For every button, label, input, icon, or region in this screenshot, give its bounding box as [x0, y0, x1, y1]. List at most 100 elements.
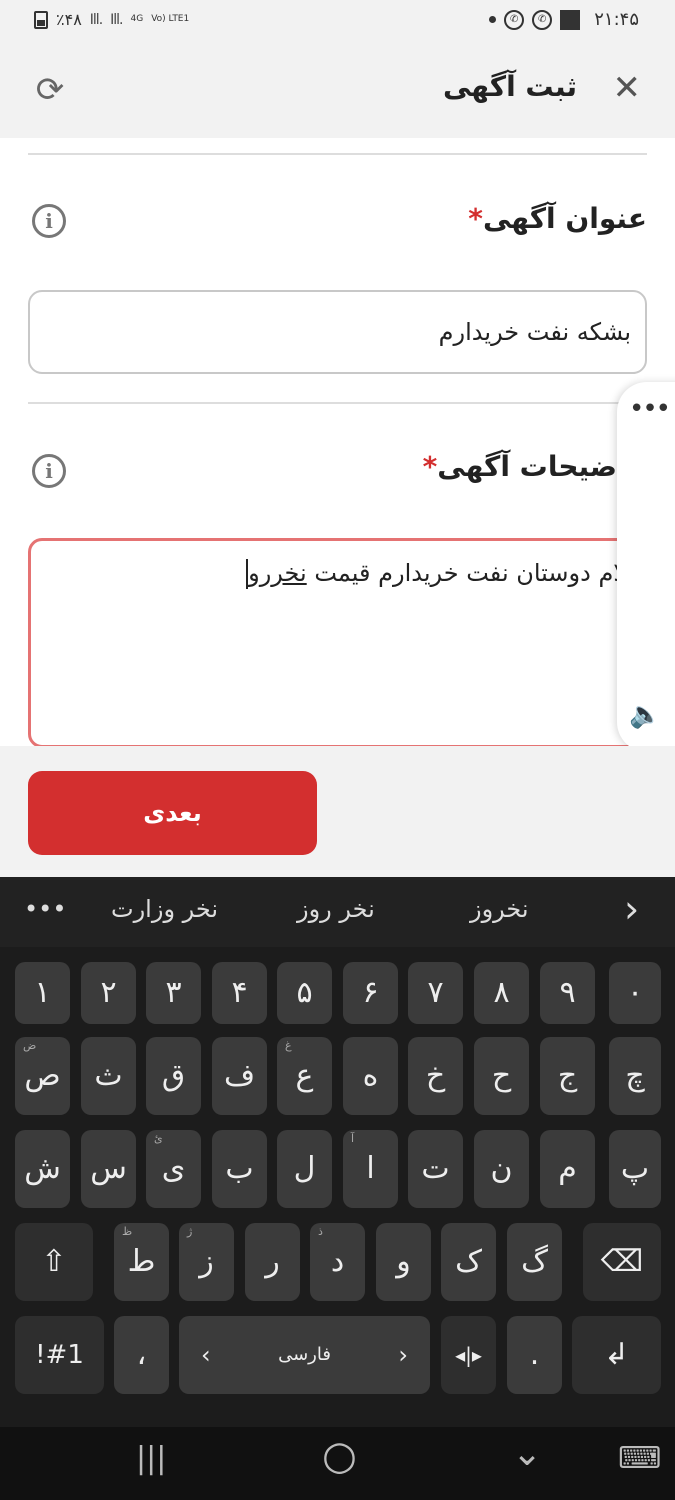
key[interactable]: پ — [609, 1130, 661, 1208]
key[interactable]: ش — [15, 1130, 70, 1208]
signal-icon: Ill. — [89, 11, 103, 28]
key[interactable]: گ — [507, 1223, 562, 1301]
key[interactable]: ن — [474, 1130, 529, 1208]
key[interactable]: ب — [212, 1130, 267, 1208]
app-header: ⟳ ثبت آگهی ✕ — [0, 40, 675, 138]
key[interactable]: ق — [146, 1037, 201, 1115]
key-hint: آ — [351, 1132, 355, 1145]
key[interactable]: چ — [609, 1037, 661, 1115]
key[interactable]: ۶ — [343, 962, 398, 1024]
key[interactable]: ضص — [15, 1037, 70, 1115]
key[interactable]: غع — [277, 1037, 332, 1115]
comma-key[interactable]: ، — [114, 1316, 169, 1394]
keyboard-switch-button[interactable]: ⌨ — [618, 1441, 661, 1476]
status-left: ٪۴۸ Ill. Ill. 4G Vo) LTE1 — [34, 10, 189, 29]
backspace-button[interactable]: ⌫ — [583, 1223, 661, 1301]
next-button[interactable]: بعدی — [28, 771, 317, 855]
key-hint: ظ — [122, 1225, 133, 1238]
key[interactable]: ۸ — [474, 962, 529, 1024]
key[interactable]: ظط — [114, 1223, 169, 1301]
key[interactable]: آا — [343, 1130, 398, 1208]
chevron-right-icon: › — [398, 1341, 408, 1369]
key[interactable]: ۹ — [540, 962, 595, 1024]
description-textarea[interactable]: لام دوستان نفت خریدارم قیمت نخررو — [28, 538, 675, 746]
whatsapp-icon-2: ✆ — [532, 9, 553, 30]
key[interactable]: ۷ — [408, 962, 463, 1024]
volume-icon[interactable]: 🔈 — [629, 700, 661, 730]
keyboard: ••• نخر وزارت نخر روز نخروز › ۰ ۹ ۸ ۷ ۶ … — [0, 877, 675, 1500]
space-bar[interactable]: ‹ فارسی › — [179, 1316, 430, 1394]
ad-form: عنوان آگهی* i بشکه نفت خریدارم ضیحات آگه… — [0, 138, 675, 746]
gallery-icon — [560, 9, 581, 30]
key[interactable]: ۲ — [81, 962, 136, 1024]
refresh-icon[interactable]: ⟳ — [30, 70, 70, 110]
key[interactable]: ه — [343, 1037, 398, 1115]
status-right: ✆ ✆ ۲۱:۴۵ — [489, 9, 639, 30]
suggestion-item[interactable]: نخروز — [470, 895, 529, 923]
key-area: ۰ ۹ ۸ ۷ ۶ ۵ ۴ ۳ ۲ ۱ چ ج ح خ ه غع ف ق ث ض… — [0, 947, 675, 1427]
recents-button[interactable]: ||| — [136, 1441, 166, 1476]
page-title: ثبت آگهی — [442, 70, 577, 103]
composing-word: نخررو — [248, 559, 307, 587]
home-button[interactable]: ○ — [322, 1433, 357, 1479]
key[interactable]: ث — [81, 1037, 136, 1115]
info-icon[interactable]: i — [32, 204, 66, 238]
clock: ۲۱:۴۵ — [594, 9, 639, 30]
key[interactable]: ک — [441, 1223, 496, 1301]
key[interactable]: ۳ — [146, 962, 201, 1024]
battery-icon — [34, 10, 48, 29]
key[interactable]: ح — [474, 1037, 529, 1115]
network-type: 4G — [130, 14, 144, 24]
key[interactable]: خ — [408, 1037, 463, 1115]
notification-dot-icon — [489, 16, 497, 23]
key[interactable]: س — [81, 1130, 136, 1208]
info-icon[interactable]: i — [32, 454, 66, 488]
key-hint: ئ — [154, 1132, 163, 1145]
whatsapp-icon: ✆ — [504, 9, 525, 30]
chevron-left-icon: ‹ — [201, 1341, 211, 1369]
required-mark: * — [468, 202, 483, 235]
more-icon[interactable]: ••• — [629, 394, 671, 424]
title-input[interactable]: بشکه نفت خریدارم — [28, 290, 647, 374]
key[interactable]: ت — [408, 1130, 463, 1208]
key[interactable]: و — [376, 1223, 431, 1301]
back-button[interactable]: ⌄ — [512, 1433, 542, 1474]
key[interactable]: ژز — [179, 1223, 234, 1301]
close-icon[interactable]: ✕ — [613, 68, 642, 108]
key-hint: ژ — [187, 1225, 193, 1238]
key[interactable]: م — [540, 1130, 595, 1208]
status-bar: ٪۴۸ Ill. Ill. 4G Vo) LTE1 ✆ ✆ ۲۱:۴۵ — [0, 0, 675, 40]
key[interactable]: ذد — [310, 1223, 365, 1301]
description-text: لام دوستان نفت خریدارم قیمت نخررو — [246, 559, 627, 589]
cursor-control-button[interactable]: ◂|▸ — [441, 1316, 496, 1394]
battery-level: ٪۴۸ — [56, 10, 82, 29]
shift-button[interactable]: ⇧ — [15, 1223, 93, 1301]
floating-side-panel[interactable]: ••• 🔈 — [617, 382, 675, 752]
navigation-bar: ||| ○ ⌄ ⌨ — [0, 1427, 675, 1500]
enter-button[interactable]: ↲ — [572, 1316, 661, 1394]
symbols-button[interactable]: !#1 — [15, 1316, 104, 1394]
key[interactable]: ئی — [146, 1130, 201, 1208]
description-label: ضیحات آگهی* — [422, 450, 617, 483]
key[interactable]: ۱ — [15, 962, 70, 1024]
volte-indicator: Vo) LTE1 — [151, 14, 190, 24]
signal-icon-2: Ill. — [110, 11, 123, 28]
period-key[interactable]: . — [507, 1316, 562, 1394]
divider — [28, 402, 647, 404]
chevron-right-icon[interactable]: › — [624, 887, 639, 931]
key-hint: ذ — [318, 1225, 323, 1238]
key-hint: ض — [23, 1039, 37, 1052]
suggestion-item[interactable]: نخر روز — [297, 895, 375, 923]
suggestion-item[interactable]: نخر وزارت — [111, 895, 218, 923]
key[interactable]: ۵ — [277, 962, 332, 1024]
action-area: بعدی — [0, 746, 675, 877]
key[interactable]: ج — [540, 1037, 595, 1115]
suggestion-bar: ••• نخر وزارت نخر روز نخروز › — [0, 877, 675, 947]
suggestion-more-button[interactable]: ••• — [24, 895, 66, 923]
key[interactable]: ۴ — [212, 962, 267, 1024]
key[interactable]: ل — [277, 1130, 332, 1208]
key-hint: غ — [285, 1039, 292, 1052]
key[interactable]: ف — [212, 1037, 267, 1115]
key[interactable]: ر — [245, 1223, 300, 1301]
key[interactable]: ۰ — [609, 962, 661, 1024]
